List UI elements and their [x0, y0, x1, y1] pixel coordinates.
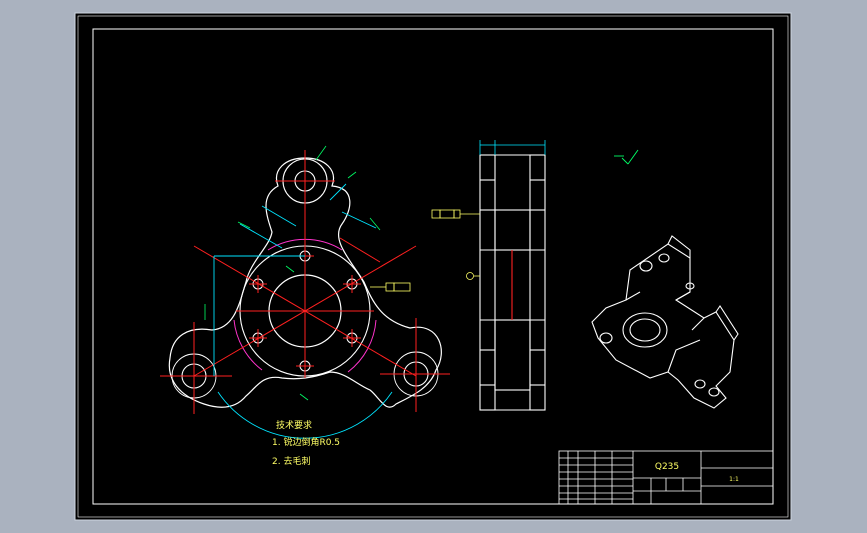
material-label: Q235	[655, 462, 679, 472]
scale-label: 1:1	[729, 476, 739, 483]
tech-requirements-heading: 技术要求	[276, 419, 312, 431]
drawing-sheet	[74, 12, 792, 521]
tech-requirement-2: 2. 去毛刺	[272, 455, 310, 467]
tech-requirement-1: 1. 锐边倒角R0.5	[272, 436, 340, 448]
cad-drawing-viewport: Q235 1:1 技术要求 1. 锐边倒角R0.5 2. 去毛刺	[74, 12, 792, 521]
